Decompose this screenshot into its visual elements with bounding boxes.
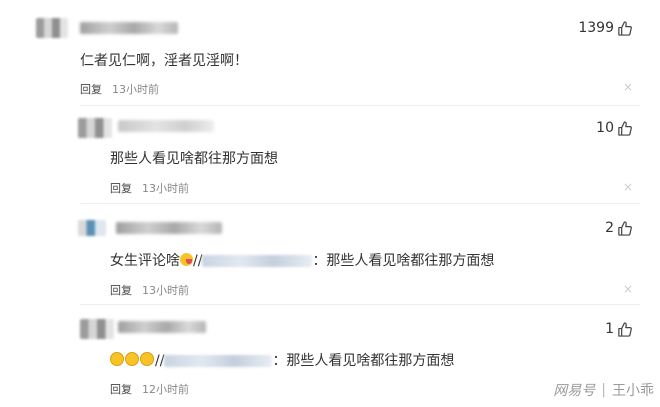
comment-text-prefix: 女生评论啥: [110, 253, 180, 269]
thumbs-up-icon: [618, 321, 632, 337]
thumbs-up-icon: [618, 120, 632, 136]
close-icon[interactable]: ×: [623, 181, 633, 193]
username-blurred[interactable]: [80, 22, 178, 34]
like-count: 2: [605, 220, 614, 236]
comment-text-quote: ：那些人看见啥都往那方面想: [312, 253, 495, 269]
comment-1: 仁者见仁啊，淫者见淫啊！ 回复 13小时前 1399 ×: [0, 0, 660, 100]
comment-meta: 回复 13小时前: [110, 282, 189, 298]
watermark-separator: |: [601, 382, 606, 398]
close-icon[interactable]: ×: [623, 283, 633, 295]
watermark-brand: 网易号: [553, 383, 596, 399]
avatar[interactable]: [78, 220, 106, 236]
mention-blurred[interactable]: [202, 255, 313, 267]
comment-text: 那些人看见啥都往那方面想: [110, 151, 278, 167]
reply-button[interactable]: 回复: [110, 182, 132, 195]
watermark-author: 王小乖: [612, 383, 654, 399]
avatar[interactable]: [78, 118, 112, 138]
lick-emoji-icon: [180, 253, 193, 266]
like-count: 1399: [578, 20, 614, 36]
timestamp: 13小时前: [142, 182, 189, 195]
timestamp: 13小时前: [142, 284, 189, 297]
avatar[interactable]: [36, 18, 68, 38]
comment-3: 女生评论啥 // ：那些人看见啥都往那方面想 回复 13小时前 2 ×: [0, 204, 660, 302]
avatar[interactable]: [80, 319, 114, 339]
like-button[interactable]: 1399: [578, 20, 632, 36]
like-button[interactable]: 10: [596, 120, 632, 136]
mention-blurred[interactable]: [164, 355, 273, 367]
reply-button[interactable]: 回复: [110, 383, 132, 396]
thumbs-up-icon: [618, 220, 632, 236]
timestamp: 13小时前: [112, 83, 159, 96]
comment-text: 仁者见仁啊，淫者见淫啊！: [80, 53, 248, 69]
repost-separator: //: [193, 253, 203, 269]
thumbs-up-icon: [618, 20, 632, 36]
timestamp: 12小时前: [142, 383, 189, 396]
like-button[interactable]: 1: [605, 321, 632, 337]
username-blurred[interactable]: [118, 120, 214, 132]
comment-text-quote: ：那些人看见啥都往那方面想: [272, 353, 455, 369]
comment-2: 那些人看见啥都往那方面想 回复 13小时前 10 ×: [0, 106, 660, 200]
comment-text: 女生评论啥 // ：那些人看见啥都往那方面想: [110, 250, 494, 270]
reply-button[interactable]: 回复: [110, 284, 132, 297]
like-button[interactable]: 2: [605, 220, 632, 236]
close-icon[interactable]: ×: [623, 81, 633, 93]
like-count: 1: [605, 321, 614, 337]
reply-button[interactable]: 回复: [80, 83, 102, 96]
comment-meta: 回复 13小时前: [110, 180, 189, 196]
repost-separator: //: [155, 353, 165, 369]
comment-meta: 回复 13小时前: [80, 81, 159, 97]
username-blurred[interactable]: [118, 321, 206, 333]
smile-emoji-icon: [110, 352, 124, 366]
like-count: 10: [596, 120, 614, 136]
comment-text: // ：那些人看见啥都往那方面想: [110, 350, 454, 370]
smile-emoji-icon: [140, 352, 154, 366]
watermark: 网易号 | 王小乖: [514, 375, 654, 405]
smile-emoji-icon: [125, 352, 139, 366]
comment-meta: 回复 12小时前: [110, 381, 189, 397]
username-blurred[interactable]: [116, 222, 222, 234]
